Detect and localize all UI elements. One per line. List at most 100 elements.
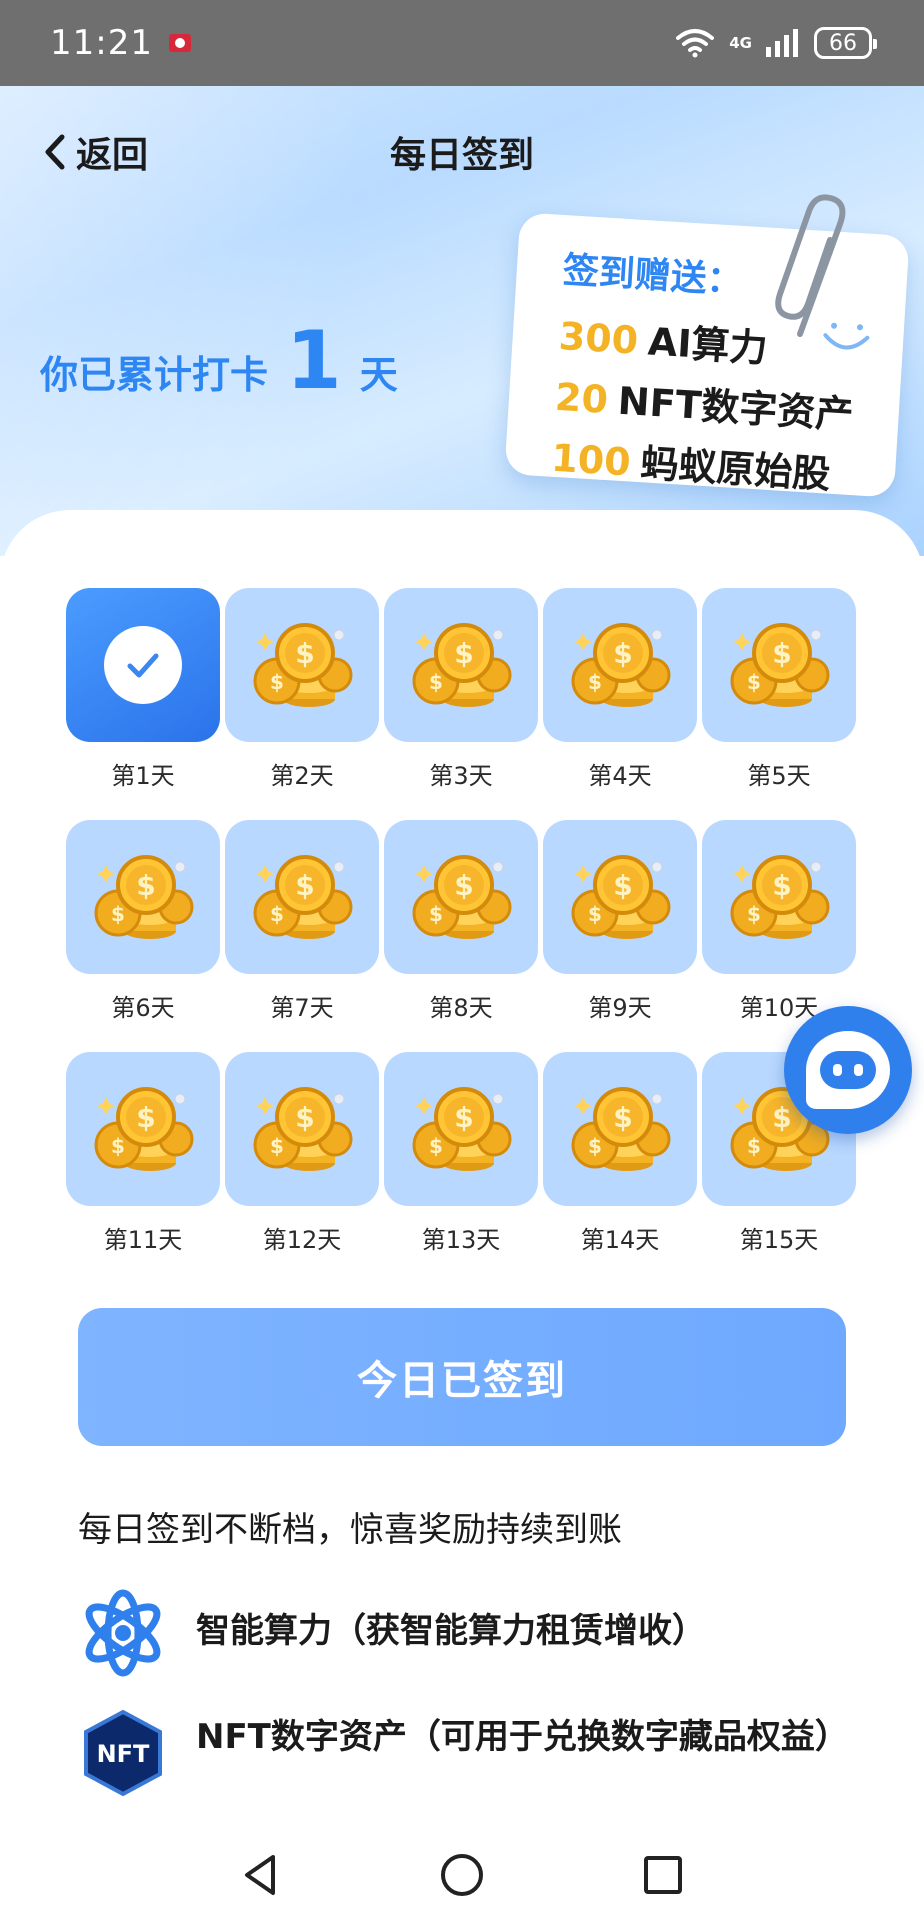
svg-text:$: $ [111,902,125,926]
svg-text:$: $ [295,637,314,670]
day-tile-reward[interactable]: $ $ [384,820,538,974]
day-tile-reward[interactable]: $ $ [543,820,697,974]
day-label: 第6天 [111,994,175,1022]
day-cell[interactable]: $ $ 第12天 [225,1052,379,1284]
svg-text:$: $ [747,670,761,694]
nft-badge-icon: NFT [84,1709,162,1797]
svg-text:$: $ [588,902,602,926]
checkmark-icon [127,653,159,678]
benefit-text: 智能算力（获智能算力租赁增收） [196,1611,706,1651]
svg-text:$: $ [613,1101,632,1134]
day-cell[interactable]: $ $ 第9天 [543,820,697,1052]
day-tile-reward[interactable]: $ $ [225,820,379,974]
svg-text:$: $ [772,869,791,902]
gold-coins-icon: $ $ [412,855,512,939]
reward-item: AI算力 [646,319,769,371]
day-tile-reward[interactable]: $ $ [543,588,697,742]
day-tile-reward[interactable]: $ $ [702,588,856,742]
signed-today-button[interactable]: 今日已签到 [78,1308,846,1446]
day-cell[interactable]: 第1天 [66,588,220,820]
day-tile-reward[interactable]: $ $ [543,1052,697,1206]
svg-text:$: $ [747,1134,761,1158]
recents-square-icon[interactable] [639,1851,687,1899]
day-tile-reward[interactable]: $ $ [384,588,538,742]
day-tile-reward[interactable]: $ $ [225,1052,379,1206]
svg-text:$: $ [747,902,761,926]
svg-text:$: $ [295,869,314,902]
reward-amount: 100 [550,435,632,485]
reward-item: 蚂蚁原始股 [639,441,832,497]
day-tile-signed[interactable] [66,588,220,742]
atom-icon [85,1589,161,1677]
assistant-float-button[interactable] [784,1006,912,1134]
svg-text:$: $ [270,902,284,926]
gold-coins-icon: $ $ [730,623,830,707]
gold-coins-icon: $ $ [94,1087,194,1171]
battery-indicator: 66 [814,27,877,59]
streak-count: 1 [286,314,342,407]
day-tile-reward[interactable]: $ $ [225,588,379,742]
day-tile-reward[interactable]: $ $ [66,1052,220,1206]
day-label: 第8天 [429,994,493,1022]
benefit-text: NFT数字资产（可用于兑换数字藏品权益） [196,1717,849,1757]
day-cell[interactable]: $ $ 第13天 [384,1052,538,1284]
paperclip-icon [775,194,846,337]
streak-unit: 天 [359,353,398,397]
robot-eye [833,1064,842,1076]
reward-item: NFT数字资产 [616,378,855,437]
svg-text:$: $ [136,1101,155,1134]
svg-text:$: $ [429,670,443,694]
reward-line: 100 蚂蚁原始股 [550,427,871,501]
benefit-item: NFT NFT数字资产（可用于兑换数字藏品权益） [78,1708,868,1798]
signal-icon [766,29,798,57]
day-label: 第5天 [747,762,811,790]
day-label: 第2天 [270,762,334,790]
day-cell[interactable]: $ $ 第2天 [225,588,379,820]
day-label: 第7天 [270,994,334,1022]
promo-text: 每日签到不断档，惊喜奖励持续到账 [78,1510,622,1550]
day-cell[interactable]: $ $ 第4天 [543,588,697,820]
battery-level: 66 [829,30,857,56]
svg-text:$: $ [613,637,632,670]
svg-text:$: $ [588,1134,602,1158]
day-label: 第1天 [111,762,175,790]
day-tile-reward[interactable]: $ $ [702,820,856,974]
day-cell[interactable]: $ $ 第7天 [225,820,379,1052]
day-label: 第13天 [421,1226,501,1254]
day-label: 第10天 [739,994,819,1022]
day-cell[interactable]: $ $ 第8天 [384,820,538,1052]
day-cell[interactable]: $ $ 第11天 [66,1052,220,1284]
home-circle-icon[interactable] [438,1851,486,1899]
gold-coins-icon: $ $ [253,1087,353,1171]
gold-coins-icon: $ $ [571,623,671,707]
day-label: 第4天 [588,762,652,790]
back-label: 返回 [76,135,149,176]
day-tile-reward[interactable]: $ $ [384,1052,538,1206]
status-time: 11:21 [50,23,153,63]
robot-eye [854,1064,863,1076]
streak-prefix: 你已累计打卡 [40,353,269,397]
svg-text:$: $ [454,1101,473,1134]
back-triangle-icon[interactable] [237,1851,285,1899]
day-cell[interactable]: $ $ 第14天 [543,1052,697,1284]
network-label: 4G [729,34,752,52]
back-button[interactable]: 返回 [40,126,148,178]
gold-coins-icon: $ $ [730,855,830,939]
chat-bubble-icon [806,1031,890,1109]
day-cell[interactable]: $ $ 第6天 [66,820,220,1052]
day-cell[interactable]: $ $ 第3天 [384,588,538,820]
svg-text:$: $ [588,670,602,694]
nft-badge-text: NFT [97,1740,150,1768]
day-tile-reward[interactable]: $ $ [66,820,220,974]
system-nav-bar [0,1830,924,1920]
gold-coins-icon: $ $ [253,623,353,707]
day-label: 第11天 [103,1226,183,1254]
svg-text:$: $ [772,637,791,670]
day-label: 第12天 [262,1226,342,1254]
svg-text:$: $ [270,670,284,694]
gold-coins-icon: $ $ [412,623,512,707]
day-cell[interactable]: $ $ 第5天 [702,588,856,820]
wifi-icon [676,29,715,58]
reward-amount: 20 [553,374,610,422]
day-label: 第9天 [588,994,652,1022]
